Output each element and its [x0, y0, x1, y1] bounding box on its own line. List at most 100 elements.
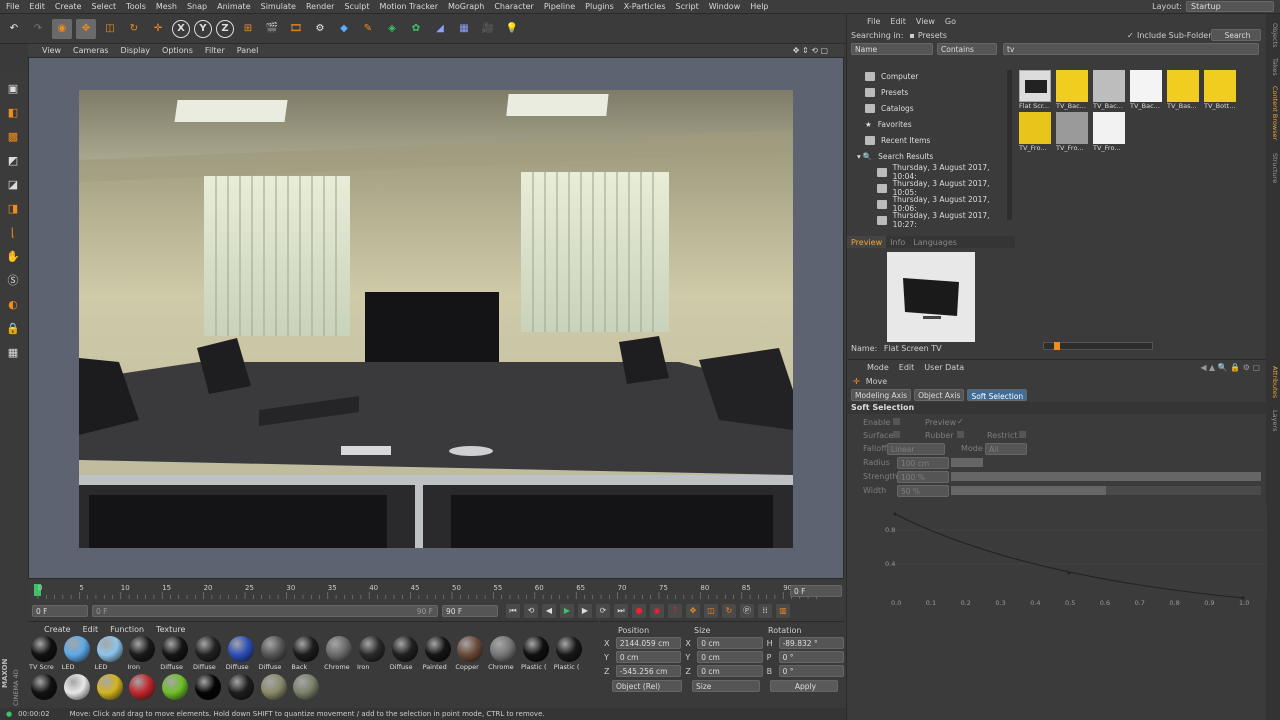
search-result-item[interactable]: Thursday, 3 August 2017, 10:27:: [851, 211, 1011, 229]
viewport-menu-view[interactable]: View: [42, 46, 61, 55]
material-swatch[interactable]: [94, 674, 126, 712]
cb-menu-file[interactable]: File: [867, 17, 880, 26]
key-scale-icon[interactable]: ◫: [704, 603, 718, 618]
tree-item-catalogs[interactable]: Catalogs: [851, 100, 1011, 116]
keyframe-selection-icon[interactable]: ?: [668, 603, 682, 618]
strength-field[interactable]: 100 %: [897, 471, 949, 483]
tweak-mode-icon[interactable]: ✋: [3, 246, 23, 266]
tab-object-axis[interactable]: Object Axis: [914, 389, 965, 401]
asset-thumbnail[interactable]: TV_Bott...: [1204, 70, 1239, 110]
tree-scrollbar[interactable]: [1007, 70, 1012, 220]
material-swatch[interactable]: Diffuse: [258, 636, 290, 674]
lock-workplane-icon[interactable]: 🔒: [3, 318, 23, 338]
render-view-icon[interactable]: 🎬: [262, 19, 282, 39]
search-result-item[interactable]: Thursday, 3 August 2017, 10:05:: [851, 179, 1011, 197]
material-swatch[interactable]: Chrome: [323, 636, 355, 674]
points-mode-icon[interactable]: ◩: [3, 150, 23, 170]
key-pla-icon[interactable]: ⁞⁞: [758, 603, 772, 618]
model-mode-icon[interactable]: ◧: [3, 102, 23, 122]
material-swatch[interactable]: LED: [94, 636, 126, 674]
material-swatch[interactable]: Chrome: [487, 636, 519, 674]
rotation-field[interactable]: 0 °: [778, 665, 844, 677]
menu-file[interactable]: File: [6, 2, 19, 11]
cb-menu-view[interactable]: View: [916, 17, 935, 26]
tab-content-browser[interactable]: Content Browser: [1267, 82, 1279, 144]
radius-slider[interactable]: [951, 458, 983, 467]
radius-field[interactable]: 100 cm: [897, 457, 949, 469]
material-menu-edit[interactable]: Edit: [83, 625, 99, 636]
tree-item-presets[interactable]: Presets: [851, 84, 1011, 100]
spline-pen-icon[interactable]: ✎: [358, 19, 378, 39]
include-subfolders-checkbox[interactable]: ✓: [1127, 31, 1134, 40]
end-frame-field[interactable]: 90 F: [442, 604, 498, 617]
material-swatch[interactable]: [258, 674, 290, 712]
material-swatch[interactable]: [159, 674, 191, 712]
tab-takes[interactable]: Takes: [1267, 54, 1279, 80]
material-swatch[interactable]: [61, 674, 93, 712]
key-rotation-icon[interactable]: ↻: [722, 603, 736, 618]
attr-menu-edit[interactable]: Edit: [899, 363, 915, 372]
viewport-menu-display[interactable]: Display: [121, 46, 151, 55]
material-swatch[interactable]: Diffuse: [389, 636, 421, 674]
cb-menu-edit[interactable]: Edit: [890, 17, 906, 26]
material-swatch[interactable]: Plastic (: [520, 636, 552, 674]
material-swatch[interactable]: [28, 674, 60, 712]
viewport-menu-cameras[interactable]: Cameras: [73, 46, 109, 55]
material-swatch[interactable]: Copper: [454, 636, 486, 674]
falloff-graph[interactable]: 0.8 0.4 0.0 0.1 0.2 0.3 0.4 0.5 0.6 0.7 0.8 0.9 1.…: [877, 506, 1267, 607]
timeline-scheme-icon[interactable]: ▥: [776, 603, 790, 618]
next-frame-icon[interactable]: ▶: [578, 603, 592, 618]
tree-item-computer[interactable]: Computer: [851, 68, 1011, 84]
viewport-nav-icon[interactable]: ✥ ⇕ ⟲ ▢: [793, 46, 828, 55]
asset-thumbnail[interactable]: TV_Bac...: [1093, 70, 1128, 110]
menu-x-particles[interactable]: X-Particles: [624, 2, 666, 11]
size-mode-select[interactable]: Size: [692, 680, 760, 692]
slider-handle[interactable]: [1054, 342, 1060, 350]
asset-thumbnail[interactable]: TV_Fro...: [1056, 112, 1091, 152]
rotation-field[interactable]: 0 °: [778, 651, 844, 663]
record-keys-icon[interactable]: ●: [632, 603, 646, 618]
previous-frame-icon[interactable]: ◀: [542, 603, 556, 618]
menu-sculpt[interactable]: Sculpt: [344, 2, 369, 11]
tab-preview[interactable]: Preview: [847, 236, 887, 248]
menu-tools[interactable]: Tools: [126, 2, 146, 11]
tab-attributes[interactable]: Attributes: [1267, 362, 1279, 402]
menu-script[interactable]: Script: [676, 2, 699, 11]
redo-icon[interactable]: ↷: [28, 19, 48, 39]
tab-modeling-axis[interactable]: Modeling Axis: [851, 389, 912, 401]
material-menu-texture[interactable]: Texture: [156, 625, 185, 636]
material-swatch[interactable]: Iron: [126, 636, 158, 674]
width-field[interactable]: 50 %: [897, 485, 949, 497]
material-swatch[interactable]: TV Scre: [28, 636, 60, 674]
material-menu-function[interactable]: Function: [110, 625, 144, 636]
thumbnail-size-slider[interactable]: [1043, 342, 1153, 350]
search-button[interactable]: Search: [1211, 29, 1261, 41]
coordinate-mode-select[interactable]: Object (Rel): [612, 680, 682, 692]
width-slider-track[interactable]: [951, 486, 1261, 495]
preview-checkbox[interactable]: ✓: [957, 417, 964, 426]
go-to-start-icon[interactable]: ⏮: [506, 603, 520, 618]
texture-mode-icon[interactable]: ▩: [3, 126, 23, 146]
falloff-select[interactable]: Linear: [887, 443, 945, 455]
size-field[interactable]: 0 cm: [697, 637, 763, 649]
menu-render[interactable]: Render: [306, 2, 334, 11]
position-field[interactable]: 0 cm: [615, 651, 682, 663]
viewport-menu-panel[interactable]: Panel: [237, 46, 259, 55]
cb-menu-go[interactable]: Go: [945, 17, 956, 26]
rotation-field[interactable]: -89.832 °: [778, 637, 844, 649]
polygons-mode-icon[interactable]: ◨: [3, 198, 23, 218]
coordinate-system-icon[interactable]: ⊞: [238, 19, 258, 39]
material-swatch[interactable]: Painted: [422, 636, 454, 674]
tree-item-recent[interactable]: Recent Items: [851, 132, 1011, 148]
key-param-icon[interactable]: Ⓟ: [740, 603, 754, 618]
tab-languages[interactable]: Languages: [909, 236, 961, 248]
make-editable-icon[interactable]: ▣: [3, 78, 23, 98]
asset-thumbnail[interactable]: TV_Fro...: [1093, 112, 1128, 152]
x-axis-lock-icon[interactable]: X: [172, 19, 190, 38]
expand-arrow-icon[interactable]: ▾: [857, 152, 861, 161]
searching-in-value[interactable]: Presets: [918, 31, 947, 40]
material-swatch[interactable]: [225, 674, 257, 712]
menu-mesh[interactable]: Mesh: [156, 2, 177, 11]
menu-pipeline[interactable]: Pipeline: [544, 2, 575, 11]
y-axis-lock-icon[interactable]: Y: [194, 19, 212, 38]
